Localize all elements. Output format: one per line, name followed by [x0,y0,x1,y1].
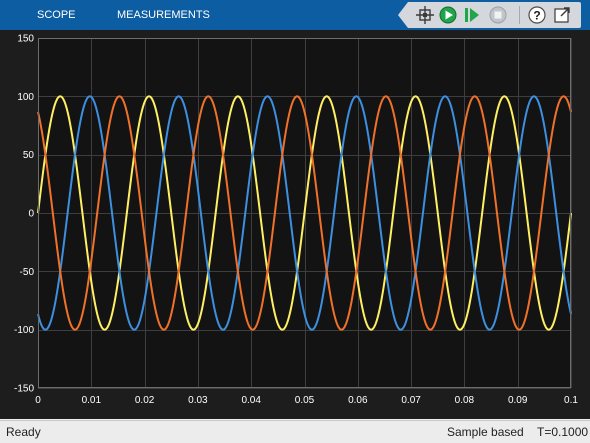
x-tick-label: 0.04 [241,395,261,406]
step-forward-icon[interactable] [462,5,482,25]
stop-icon[interactable] [488,5,508,25]
status-mode: Sample based [447,425,524,439]
help-icon[interactable]: ? [527,5,547,25]
tab-scope[interactable]: SCOPE [37,0,76,30]
run-icon[interactable] [438,5,458,25]
y-tick-label: 0 [28,209,34,220]
y-tick-label: 150 [17,34,34,45]
x-tick-label: 0.07 [401,395,421,406]
scope-plot[interactable]: 0 0.01 0.02 0.03 0.04 0.05 0.06 0.07 0.08 0.09 0.1… [0,30,590,419]
x-tick-label: 0.08 [455,395,475,406]
quick-access-bar: ? [398,2,581,28]
y-tick-label: -150 [14,384,34,395]
y-tick-label: 100 [17,92,34,103]
y-tick-label: -100 [14,325,34,336]
undock-icon[interactable] [552,5,572,25]
x-tick-label: 0.1 [564,395,578,406]
separator [519,6,520,24]
status-bar: Ready Sample based T=0.1000 [0,420,590,443]
tab-measurements[interactable]: MEASUREMENTS [117,0,210,30]
y-tick-label: 50 [23,150,35,161]
x-tick-label: 0.03 [188,395,208,406]
svg-text:?: ? [533,9,540,23]
x-tick-label: 0.01 [82,395,102,406]
y-tick-label: -50 [20,267,35,278]
x-tick-label: 0 [35,395,41,406]
toolstrip: SCOPE MEASUREMENTS ? [0,0,590,30]
x-tick-label: 0.02 [135,395,155,406]
x-tick-label: 0.09 [508,395,528,406]
highlight-block-icon[interactable] [415,5,435,25]
x-tick-label: 0.05 [295,395,315,406]
x-tick-label: 0.06 [348,395,368,406]
status-time: T=0.1000 [537,425,589,439]
status-ready: Ready [6,425,41,439]
